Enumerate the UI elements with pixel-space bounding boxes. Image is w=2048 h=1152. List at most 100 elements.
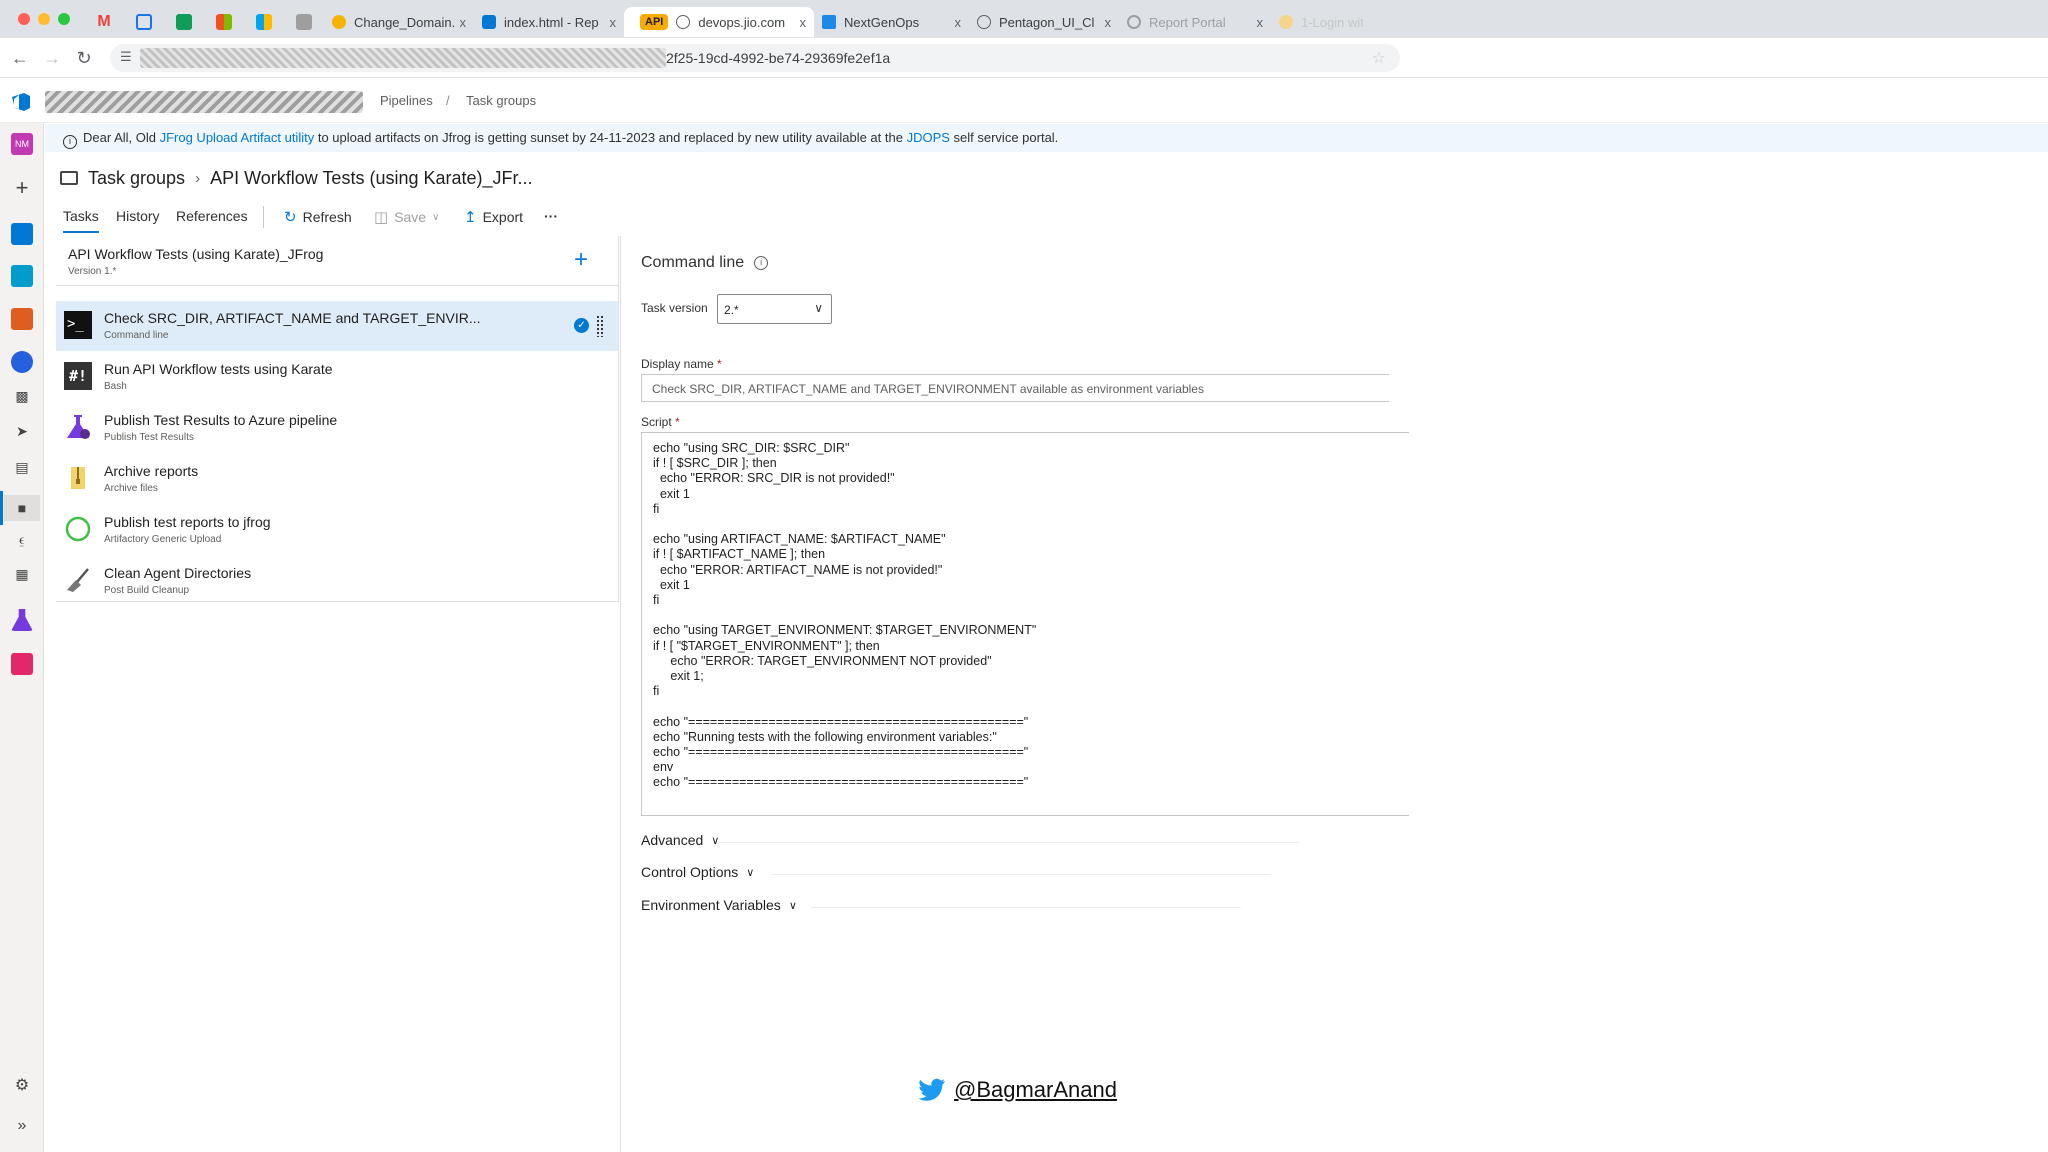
tab-close-icon[interactable]: x [1251,15,1264,30]
tab-close-icon[interactable]: x [1099,15,1112,30]
script-label: Script * [641,415,680,429]
browser-tab[interactable]: NextGenOps x [814,7,969,37]
pinned-tab-4[interactable] [204,7,244,37]
save-button[interactable]: ◫ Save ∨ [374,208,439,226]
task-group-header[interactable]: API Workflow Tests (using Karate)_JFrog … [56,236,618,286]
library-icon[interactable]: ▤ [8,459,36,476]
bookmark-star-icon[interactable]: ☆ [1372,48,1386,68]
browser-tab[interactable]: Report Portal x [1119,7,1271,37]
pinned-tab-6[interactable] [284,7,324,37]
twitter-handle: @BagmarAnand [954,1077,1117,1102]
tab-tasks[interactable]: Tasks [63,208,99,233]
deployment-groups-icon[interactable]: ⍷ [8,531,36,548]
environments-icon[interactable]: ▩ [8,388,36,405]
control-options-section-toggle[interactable]: Control Options ∨ [641,864,754,880]
display-name-field[interactable]: Check SRC_DIR, ARTIFACT_NAME and TARGET_… [641,374,1389,402]
tab-favicon-icon [676,15,691,29]
pinned-tab-2[interactable] [124,7,164,37]
back-button[interactable]: ← [8,46,32,70]
site-info-icon[interactable]: ☰ [120,49,132,65]
close-window-button[interactable] [18,13,30,25]
tab-history[interactable]: History [116,208,160,224]
left-nav-rail: NM + ▩ ➤ ▤ ■ ⍷ ▦ ⚙ » [0,123,44,1152]
address-bar: ← → ↻ ☰ 2f25-19cd-4992-be74-29369fe2ef1a… [0,38,2048,78]
browser-tab-strip: M Change_Domain. x index.html - Rep x AP… [0,0,2048,38]
ado-top-header: Pipelines / Task groups [0,79,2048,123]
archive-icon [71,467,85,489]
browser-tab[interactable]: Change_Domain. x [324,7,474,37]
azure-devops-icon [482,15,496,29]
tab-close-icon[interactable]: x [949,15,962,30]
url-field[interactable]: ☰ 2f25-19cd-4992-be74-29369fe2ef1a ☆ [110,44,1400,72]
pinned-tab-5[interactable] [244,7,284,37]
checkmark-icon: ✓ [574,318,589,333]
add-task-button[interactable]: + [574,246,588,274]
refresh-button[interactable]: ↻ Refresh [284,208,352,226]
sheets-icon [176,14,192,30]
tab-favicon-icon [977,15,991,29]
avatar[interactable]: NM [11,133,33,155]
export-button[interactable]: ↥ Export [464,208,523,226]
environment-variables-section-toggle[interactable]: Environment Variables ∨ [641,897,797,913]
browser-tab[interactable]: Pentagon_UI_Cl x [969,7,1119,37]
browser-tab[interactable]: index.html - Rep x [474,7,624,37]
drag-handle-icon[interactable] [596,315,604,337]
breadcrumb-task-groups-link[interactable]: Task groups [88,168,185,189]
test-plans-icon[interactable] [11,609,33,631]
task-group-name: API Workflow Tests (using Karate)_JFrog [68,246,324,262]
add-icon[interactable]: + [8,175,36,201]
section-divider [719,842,1299,843]
expand-chevron-icon[interactable]: » [8,1117,36,1135]
jdops-link[interactable]: JDOPS [907,130,950,145]
flask-icon [67,415,90,439]
active-nav-indicator [0,491,3,525]
chevron-down-icon: ∨ [711,834,720,847]
task-groups-icon[interactable]: ■ [4,495,40,521]
overview-icon[interactable] [11,223,33,245]
settings-gear-icon[interactable]: ⚙ [8,1075,36,1095]
browser-tab-active[interactable]: API devops.jio.com x [624,7,814,37]
microsoft-icon [256,14,272,30]
pinned-tab-3[interactable] [164,7,204,37]
xaml-icon[interactable]: ▦ [8,566,36,583]
breadcrumb-task-groups[interactable]: Task groups [466,93,536,108]
tab-close-icon[interactable]: x [794,15,807,30]
boards-icon[interactable] [11,265,33,287]
info-icon[interactable]: i [754,256,769,270]
task-item[interactable]: Archive reports Archive files [56,454,618,504]
task-item[interactable]: Publish test reports to jfrog Artifactor… [56,505,618,555]
tab-references[interactable]: References [176,208,248,224]
pipelines-icon[interactable] [11,351,33,373]
section-divider [811,907,1241,908]
breadcrumb-separator: / [446,93,450,108]
advanced-section-toggle[interactable]: Advanced ∨ [641,832,719,848]
tab-group-badge[interactable]: API [640,14,669,30]
tab-close-icon[interactable]: x [454,15,467,30]
task-item[interactable]: Clean Agent Directories Post Build Clean… [56,556,618,606]
forward-button[interactable]: → [40,46,64,70]
repos-icon[interactable] [11,308,33,330]
task-item[interactable]: >_ Check SRC_DIR, ARTIFACT_NAME and TARG… [56,301,618,351]
tab-favicon-icon [822,15,836,29]
releases-icon[interactable]: ➤ [8,423,36,440]
maximize-window-button[interactable] [58,13,70,25]
jfrog-utility-link[interactable]: JFrog Upload Artifact utility [160,130,315,145]
task-version-dropdown[interactable]: 2.* ∨ [717,294,832,324]
save-icon: ◫ [374,209,389,226]
reload-button[interactable]: ↻ [72,46,96,70]
task-item[interactable]: Publish Test Results to Azure pipeline P… [56,403,618,453]
outlook-icon [296,14,312,30]
task-item[interactable]: #! Run API Workflow tests using Karate B… [56,352,618,402]
breadcrumb-pipelines[interactable]: Pipelines [380,93,433,108]
more-actions-button[interactable]: ··· [544,208,558,224]
pinned-tab-gmail[interactable]: M [84,7,124,37]
minimize-window-button[interactable] [38,13,50,25]
microsoft-icon [216,14,232,30]
artifacts-icon[interactable] [11,653,33,675]
redacted-organization-name[interactable] [45,91,363,113]
browser-tab[interactable]: 1-Login with [1271,7,1371,37]
chevron-down-icon: ∨ [432,211,440,223]
tab-close-icon[interactable]: x [604,15,617,30]
azure-devops-logo-icon[interactable] [10,91,32,113]
script-textarea[interactable]: echo "using SRC_DIR: $SRC_DIR" if ! [ $S… [641,432,1409,816]
